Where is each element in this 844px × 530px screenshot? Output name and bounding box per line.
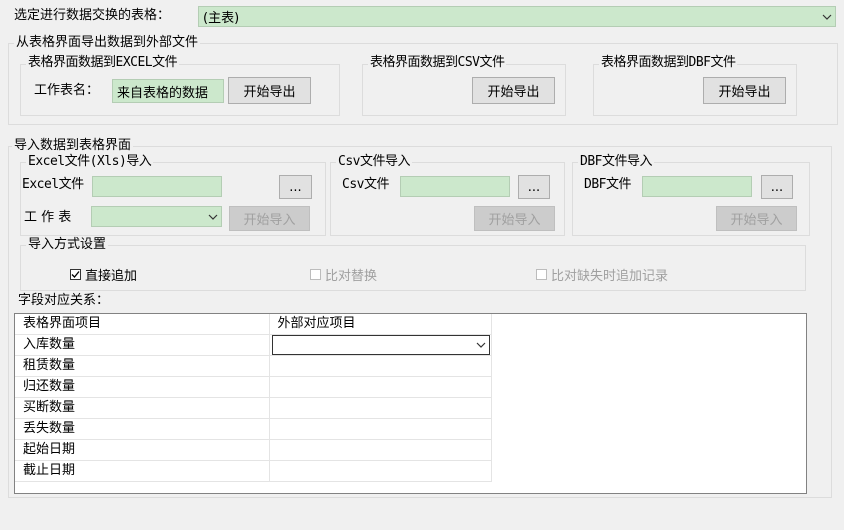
chevron-down-icon[interactable]	[473, 336, 489, 354]
table-select[interactable]: (主表)	[198, 6, 836, 27]
table-row[interactable]: 买断数量	[15, 397, 492, 419]
grid-cell-source: 归还数量	[15, 376, 270, 398]
dbf-browse-button[interactable]: ...	[761, 175, 793, 199]
sheet-name-label: 工作表名：	[34, 83, 100, 98]
checkbox-box[interactable]	[310, 269, 321, 280]
excel-import-button[interactable]: 开始导入	[229, 206, 310, 231]
excel-file-input[interactable]	[92, 176, 222, 197]
grid-cell-source: 截止日期	[15, 460, 270, 482]
grid-header-target: 外部对应项目	[269, 314, 492, 335]
append-checkbox[interactable]: 直接追加	[70, 265, 137, 284]
excel-sheet-select[interactable]	[91, 206, 222, 227]
append-label: 直接追加	[85, 269, 138, 284]
grid-cell-target[interactable]	[269, 439, 492, 461]
csv-file-label: Csv文件	[342, 177, 389, 192]
checkbox-box[interactable]	[536, 269, 547, 280]
import-mode-title: 导入方式设置	[26, 237, 109, 253]
grid-cell-source: 入库数量	[15, 334, 270, 356]
grid-cell-target[interactable]	[269, 376, 492, 398]
import-mode-group	[20, 245, 806, 291]
grid-cell-source: 租赁数量	[15, 355, 270, 377]
table-select-value: (主表)	[203, 11, 240, 26]
chevron-down-icon[interactable]	[819, 7, 835, 26]
export-csv-title: 表格界面数据到CSV文件	[368, 55, 507, 71]
table-row[interactable]: 截止日期	[15, 460, 492, 482]
grid-header-source: 表格界面项目	[15, 314, 270, 335]
chevron-down-icon[interactable]	[205, 207, 221, 226]
table-row[interactable]: 入库数量	[15, 334, 492, 356]
excel-browse-button[interactable]: ...	[279, 175, 312, 199]
csv-import-button[interactable]: 开始导入	[474, 206, 555, 231]
import-dbf-title: DBF文件导入	[578, 154, 654, 170]
target-field-select[interactable]	[271, 335, 490, 355]
compare-replace-label: 比对替换	[325, 269, 378, 284]
grid-cell-target[interactable]	[269, 460, 492, 482]
import-excel-title: Excel文件(Xls)导入	[26, 154, 154, 170]
dbf-file-label: DBF文件	[584, 177, 631, 192]
csv-file-input[interactable]	[400, 176, 510, 197]
grid-cell-source: 买断数量	[15, 397, 270, 419]
export-dbf-title: 表格界面数据到DBF文件	[599, 55, 738, 71]
compare-replace-checkbox[interactable]: 比对替换	[310, 265, 377, 284]
excel-export-button[interactable]: 开始导出	[228, 77, 311, 104]
csv-export-button[interactable]: 开始导出	[472, 77, 555, 104]
dbf-file-input[interactable]	[642, 176, 752, 197]
table-row[interactable]: 租赁数量	[15, 355, 492, 377]
checkbox-box[interactable]	[70, 269, 81, 280]
grid-cell-target[interactable]	[269, 397, 492, 419]
field-mapping-label: 字段对应关系：	[18, 293, 110, 308]
export-excel-title: 表格界面数据到EXCEL文件	[26, 55, 180, 71]
grid-cell-target[interactable]	[269, 334, 492, 356]
compare-append-missing-label: 比对缺失时追加记录	[551, 269, 669, 284]
table-select-label: 选定进行数据交换的表格：	[14, 8, 171, 23]
table-row[interactable]: 归还数量	[15, 376, 492, 398]
field-mapping-grid[interactable]: 表格界面项目 外部对应项目 入库数量 租赁数量 归还数量 买断数量 丢失数量 起…	[14, 313, 807, 494]
grid-cell-target[interactable]	[269, 355, 492, 377]
grid-cell-source: 丢失数量	[15, 418, 270, 440]
compare-append-missing-checkbox[interactable]: 比对缺失时追加记录	[536, 265, 668, 284]
dbf-export-button[interactable]: 开始导出	[703, 77, 786, 104]
grid-cell-source: 起始日期	[15, 439, 270, 461]
import-csv-title: Csv文件导入	[336, 154, 412, 170]
checkmark-icon	[71, 271, 80, 278]
grid-cell-target[interactable]	[269, 418, 492, 440]
csv-browse-button[interactable]: ...	[518, 175, 550, 199]
import-group-title: 导入数据到表格界面	[12, 138, 134, 154]
excel-file-label: Excel文件	[22, 177, 84, 192]
sheet-name-input[interactable]: 来自表格的数据	[112, 79, 224, 103]
dbf-import-button[interactable]: 开始导入	[716, 206, 797, 231]
table-row[interactable]: 起始日期	[15, 439, 492, 461]
table-row[interactable]: 丢失数量	[15, 418, 492, 440]
excel-sheet-label: 工 作 表	[24, 210, 72, 225]
export-group-title: 从表格界面导出数据到外部文件	[14, 35, 201, 51]
